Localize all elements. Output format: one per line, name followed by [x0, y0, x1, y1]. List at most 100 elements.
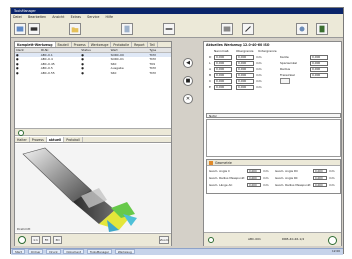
- module-icon[interactable]: [121, 23, 133, 35]
- geometry-label: Geom. Radius Messpunkt: [209, 176, 245, 180]
- next-icon[interactable]: [328, 236, 337, 245]
- param-upper-field[interactable]: 0,000: [236, 79, 254, 84]
- refresh-icon[interactable]: [18, 130, 24, 136]
- menu-service[interactable]: Service: [87, 15, 99, 19]
- param-label: A: [209, 67, 212, 71]
- param-unit: mm: [256, 55, 262, 59]
- tool-code: DRB-40-46-1/4: [282, 237, 305, 241]
- tool-3d-viewer[interactable]: Drehmitt: [15, 144, 171, 232]
- side-field-value[interactable]: 0,000: [310, 73, 328, 78]
- side-field-label: Kante: [280, 55, 289, 59]
- tab-holder[interactable]: Halter: [15, 137, 30, 142]
- menu-view[interactable]: Ansicht: [52, 15, 64, 19]
- menu-edit[interactable]: Bearbeiten: [28, 15, 46, 19]
- toolbar: [11, 20, 343, 38]
- menu-extras[interactable]: Extras: [71, 15, 81, 19]
- tab-current[interactable]: aktuell: [46, 137, 65, 142]
- side-field-value[interactable]: 0,000: [310, 61, 328, 66]
- rotate-icon[interactable]: [18, 236, 26, 244]
- spindle-icon[interactable]: [163, 23, 175, 35]
- param-value-field[interactable]: 0,000: [214, 85, 232, 90]
- geometry-icon: [209, 161, 213, 165]
- taskbar-item[interactable]: ToolsManager: [86, 249, 113, 254]
- drill-render: [22, 147, 137, 232]
- side-field-value[interactable]: 0,000: [310, 67, 328, 72]
- measure-icon[interactable]: [242, 23, 254, 35]
- param-value-field[interactable]: 0,000: [214, 73, 232, 78]
- geometry-field[interactable]: 0,000: [247, 176, 261, 180]
- tab-process-view[interactable]: Prozess: [30, 137, 47, 142]
- book-icon[interactable]: [316, 23, 328, 35]
- menu-help[interactable]: Hilfe: [106, 15, 114, 19]
- side-field-label: Radius: [280, 67, 291, 71]
- tab-part[interactable]: Bauteil: [56, 42, 72, 47]
- geometry-field[interactable]: 0,000: [313, 169, 327, 173]
- view-tab-bar: Halter Prozess aktuell Protokoll: [15, 137, 171, 143]
- param-unit: mm: [256, 73, 262, 77]
- arrow-left-icon[interactable]: ◀: [183, 58, 193, 68]
- geometry-row: Geom. Radius Messpunkt 0,000 mm Geom. An…: [209, 176, 339, 180]
- param-value-field[interactable]: 0,000: [214, 67, 232, 72]
- geometry-label: Geom. Angle DC: [275, 169, 299, 173]
- param-value-field[interactable]: 0,000: [214, 61, 232, 66]
- param-upper-field[interactable]: 0,000: [236, 61, 254, 66]
- taskbar-item[interactable]: Werkzeug: [114, 249, 135, 254]
- geometry-section: Geometrie Geom. Angle C 0,000 mm Geom. A…: [206, 159, 341, 194]
- geometry-field[interactable]: 0,000: [247, 183, 261, 187]
- left-panel: Komplett-Werkzeug Bauteil Prozess Werkze…: [14, 41, 172, 246]
- tab-tools[interactable]: Werkzeuge: [89, 42, 112, 47]
- tab-protocols[interactable]: Protokolle: [111, 42, 133, 47]
- geometry-field[interactable]: 0,000: [247, 169, 261, 173]
- geometry-unit: mm: [329, 183, 335, 187]
- param-value-field[interactable]: 0,000: [214, 55, 232, 60]
- param-upper-field[interactable]: 0,000: [236, 55, 254, 60]
- tab-report[interactable]: Report: [132, 42, 148, 47]
- table-row[interactable]: ● ABC-0.55 ● S60 TCM: [15, 71, 171, 76]
- param-upper-field[interactable]: 0,000: [236, 67, 254, 72]
- tab-process[interactable]: Prozess: [72, 42, 89, 47]
- param-upper-field[interactable]: 0,000: [236, 85, 254, 90]
- param-row: A 0,000 0,000 mm Radius 0,000: [206, 67, 341, 72]
- view-3d-button[interactable]: 3D: [53, 236, 62, 244]
- geometry-field[interactable]: 0,000: [313, 183, 327, 187]
- side-field-value[interactable]: 0,000: [310, 55, 328, 60]
- right-panel: Aktuelles Werkzeug 12.0-40-60 ISO Nennma…: [203, 41, 342, 246]
- settings-icon[interactable]: [296, 23, 308, 35]
- home-icon[interactable]: [208, 237, 214, 243]
- viewer-footer: 1:1 Fit 3D Zoom: [15, 233, 171, 246]
- param-upper-field[interactable]: 0,000: [236, 73, 254, 78]
- note-textarea[interactable]: [206, 119, 341, 157]
- col-header: Untergrenze: [258, 49, 277, 53]
- taskbar-item[interactable]: Druck: [46, 249, 61, 254]
- holder-icon[interactable]: [28, 23, 40, 35]
- param-label: B: [209, 73, 212, 77]
- taskbar-item[interactable]: Ordner: [27, 249, 44, 254]
- table-footer: [15, 128, 171, 136]
- taskbar-item[interactable]: Dokument: [63, 249, 84, 254]
- geometry-label: Geom. Länge AC: [209, 183, 233, 187]
- warning-icon[interactable]: [280, 78, 290, 84]
- clock: 12:00: [331, 249, 340, 253]
- geometry-field[interactable]: 0,000: [313, 176, 327, 180]
- tool-icon[interactable]: [14, 23, 26, 35]
- zoom-button[interactable]: Zoom: [159, 236, 169, 244]
- param-row: D 0,000 0,000 mm Kante 0,000: [206, 55, 341, 60]
- param-row: B 0,000 0,000 mm Freiwinkel 0,000: [206, 73, 341, 78]
- transfer-controls: ◀ ■ ✕: [174, 54, 202, 114]
- menu-file[interactable]: Datei: [13, 15, 22, 19]
- close-icon[interactable]: ✕: [183, 94, 193, 104]
- print-icon[interactable]: [221, 23, 233, 35]
- start-button[interactable]: Start: [12, 249, 25, 254]
- geometry-unit: mm: [263, 176, 269, 180]
- stop-icon[interactable]: ■: [183, 76, 193, 86]
- drill-shank: [22, 147, 92, 203]
- param-value-field[interactable]: 0,000: [214, 79, 232, 84]
- table-cell: ●: [81, 70, 84, 75]
- folder-icon[interactable]: [69, 23, 81, 35]
- geometry-row: Geom. Länge AC 0,000 mm Geom. Radius Mes…: [209, 183, 339, 187]
- fit-button[interactable]: Fit: [42, 236, 51, 244]
- scale-1-1-button[interactable]: 1:1: [31, 236, 40, 244]
- tab-complete-tool[interactable]: Komplett-Werkzeug: [15, 42, 56, 47]
- tab-protocol[interactable]: Protokoll: [64, 137, 83, 142]
- tab-item[interactable]: Teil: [148, 42, 158, 47]
